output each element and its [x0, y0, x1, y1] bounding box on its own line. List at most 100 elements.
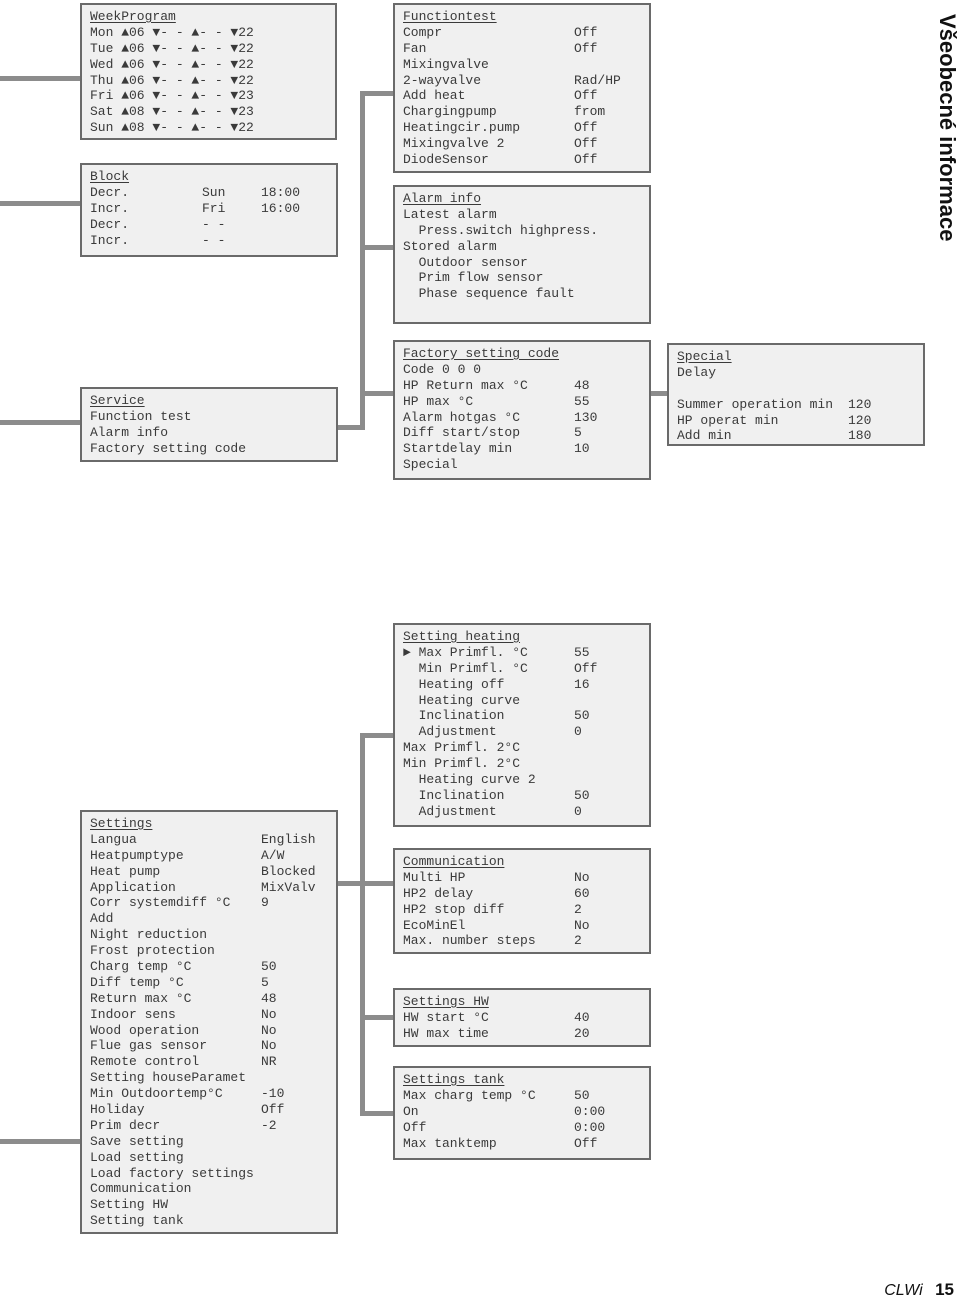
- row-label: Factory setting code: [90, 440, 247, 456]
- row-label: Return max °C: [90, 990, 192, 1006]
- row-value: 48: [574, 377, 590, 393]
- row-label: HW start °C: [403, 1009, 489, 1025]
- menu-row: On 0:00: [403, 1104, 649, 1120]
- row-value: No: [261, 1022, 277, 1038]
- row-label: Indoor sens: [90, 1006, 176, 1022]
- menu-row: Adjustment 0: [403, 724, 649, 740]
- row-label: Phase sequence fault: [403, 286, 575, 302]
- connector-line: [360, 881, 393, 886]
- row-label: Summer operation min: [677, 396, 834, 412]
- row-label: HP max °C: [403, 393, 474, 409]
- row-label: ► Max Primfl. °C: [403, 644, 528, 660]
- row-label: Function test: [90, 408, 192, 424]
- row-value: Off: [574, 24, 598, 40]
- row-value: 2: [574, 933, 582, 949]
- menu-row: Chargingpump from: [403, 104, 649, 120]
- row-value: No: [574, 869, 590, 885]
- menu-title: Functiontest: [403, 9, 497, 24]
- row-value: 50: [261, 959, 277, 975]
- row-value: 9: [261, 895, 269, 911]
- row-label: Code 0 0 0: [403, 361, 482, 377]
- row-value: 180: [848, 428, 872, 444]
- menu-row: Function test: [90, 409, 336, 425]
- menu-row: Tue ▲06 ▼- - ▲- - ▼22: [90, 41, 335, 57]
- menu-row: Holiday Off: [90, 1102, 336, 1118]
- menu-row: Mon ▲06 ▼- - ▲- - ▼22: [90, 25, 335, 41]
- menu-title: Settings tank: [403, 1072, 505, 1087]
- menu-row: Diff temp °C 5: [90, 975, 336, 991]
- row-label: Prim decr: [90, 1117, 161, 1133]
- menu-row: Factory setting code: [90, 441, 336, 457]
- row-value: 0: [574, 724, 582, 740]
- row-label: Save setting: [90, 1133, 184, 1149]
- row-value: No: [261, 1038, 277, 1054]
- row-label: Heat pump: [90, 863, 161, 879]
- menu-row: Setting HW: [90, 1197, 336, 1213]
- row-label: Wood operation: [90, 1022, 200, 1038]
- menu-row: HP2 delay 60: [403, 886, 649, 902]
- connector-line: [0, 201, 80, 206]
- row-time: 16:00: [261, 200, 301, 216]
- row-value: No: [574, 917, 590, 933]
- row-value: Off: [574, 40, 598, 56]
- connector-line: [0, 1139, 80, 1144]
- section-title: Všeobecné informace: [935, 14, 960, 242]
- menu-row: Heat pump Blocked: [90, 864, 336, 880]
- menu-row: Remote control NR: [90, 1054, 336, 1070]
- row-value: A/W: [261, 847, 285, 863]
- menu-row: Decr. - -: [90, 217, 336, 233]
- row-label: On: [403, 1103, 419, 1119]
- service-menu: Service Function test Alarm info Factory se…: [80, 387, 338, 462]
- row-value: 2: [574, 901, 582, 917]
- row-label: Mixingvalve 2: [403, 136, 505, 152]
- row-value: 48: [261, 990, 277, 1006]
- row-label: EcoMinEl: [403, 917, 466, 933]
- menu-row: Indoor sens No: [90, 1007, 336, 1023]
- row-label: Heating off: [403, 676, 505, 692]
- brand-name: CLWi: [884, 1282, 923, 1299]
- row-label: Setting houseParamet: [90, 1070, 247, 1086]
- menu-row: Min Primfl. °C Off: [403, 661, 649, 677]
- row-value: MixValv: [261, 879, 316, 895]
- menu-row: Code 0 0 0: [403, 362, 649, 378]
- menu-row: Charg temp °C 50: [90, 959, 336, 975]
- menu-row: Prim decr -2: [90, 1118, 336, 1134]
- menu-row: Max tanktemp Off: [403, 1136, 649, 1152]
- setting-heating-menu: Setting heating ► Max Primfl. °C 55 Min Pr…: [393, 623, 651, 827]
- row-label: 2-wayvalve: [403, 72, 482, 88]
- row-label: Stored alarm: [403, 238, 497, 254]
- row-day: Sun: [202, 184, 226, 200]
- menu-row: Fri ▲06 ▼- - ▲- - ▼23: [90, 88, 335, 104]
- row-label: Inclination: [403, 787, 505, 803]
- menu-row: Communication: [90, 1181, 336, 1197]
- menu-row: Outdoor sensor: [403, 255, 649, 271]
- row-label: Add: [90, 911, 114, 927]
- menu-row: Corr systemdiff °C 9: [90, 895, 336, 911]
- menu-row: Setting tank: [90, 1213, 336, 1229]
- factory-setting-code-menu: Factory setting code Code 0 0 0 HP Return …: [393, 340, 651, 480]
- menu-row: Heatpumptype A/W: [90, 848, 336, 864]
- row-label: Latest alarm: [403, 206, 497, 222]
- row-label: Mon ▲06 ▼- - ▲- - ▼22: [90, 24, 254, 40]
- menu-row: HW start °C 40: [403, 1010, 649, 1026]
- row-label: Fan: [403, 40, 427, 56]
- menu-row: HP2 stop diff 2: [403, 902, 649, 918]
- menu-row: Summer operation min 120: [677, 397, 923, 413]
- menu-row: Delay: [677, 365, 923, 381]
- menu-row: Decr. Sun 18:00: [90, 185, 336, 201]
- communication-menu: Communication Multi HP No HP2 delay 60 HP2 st…: [393, 848, 651, 954]
- row-label: HP operat min: [677, 412, 779, 428]
- page-footer: CLWi 15: [884, 1280, 954, 1300]
- row-value: 50: [574, 1087, 590, 1103]
- row-label: Max Primfl. 2°C: [403, 740, 521, 756]
- row-label: Decr.: [90, 184, 130, 200]
- settings-hw-menu: Settings HW HW start °C 40 HW max time 20: [393, 988, 651, 1047]
- menu-row: Wood operation No: [90, 1023, 336, 1039]
- row-label: Heating curve: [403, 692, 521, 708]
- menu-row: Startdelay min 10: [403, 441, 649, 457]
- menu-title: Settings: [90, 816, 153, 831]
- menu-row: Langua English: [90, 832, 336, 848]
- menu-title: Block: [90, 169, 130, 184]
- row-value: 0:00: [574, 1119, 606, 1135]
- row-label: Thu ▲06 ▼- - ▲- - ▼22: [90, 72, 254, 88]
